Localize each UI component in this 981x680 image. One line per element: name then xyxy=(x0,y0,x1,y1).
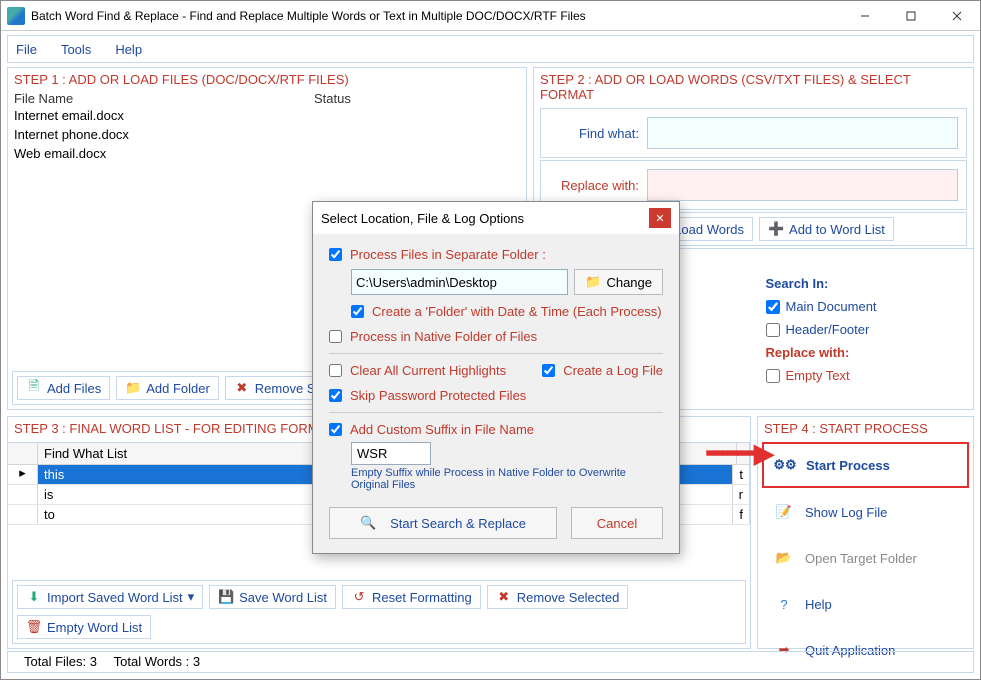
col-status: Status xyxy=(314,91,351,106)
start-process-button[interactable]: ⚙⚙ Start Process xyxy=(762,442,969,488)
cancel-button[interactable]: Cancel xyxy=(571,507,663,539)
total-files: Total Files: 3 xyxy=(24,654,97,669)
add-suffix-checkbox[interactable] xyxy=(329,423,342,436)
maximize-button[interactable] xyxy=(888,1,934,31)
empty-text-checkbox[interactable] xyxy=(766,369,780,383)
reset-formatting-button[interactable]: ↺Reset Formatting xyxy=(342,585,481,609)
replace-with-header: Replace with: xyxy=(766,341,964,364)
close-button[interactable] xyxy=(934,1,980,31)
menu-tools[interactable]: Tools xyxy=(61,42,91,57)
dialog-close-button[interactable]: ✕ xyxy=(649,208,671,228)
empty-icon: 🗑 xyxy=(26,619,42,635)
help-button[interactable]: ? Help xyxy=(762,582,969,626)
delete-icon: ✖ xyxy=(234,380,250,396)
folder-icon: 📁 xyxy=(585,274,601,290)
file-row[interactable]: Web email.docx xyxy=(14,144,520,163)
step2-title: STEP 2 : ADD OR LOAD WORDS (CSV/TXT FILE… xyxy=(534,68,973,106)
find-what-label: Find what: xyxy=(549,126,639,141)
search-icon: 🔍 xyxy=(360,515,376,531)
suffix-note: Empty Suffix while Process in Native Fol… xyxy=(351,465,663,497)
gears-icon: ⚙⚙ xyxy=(774,454,796,476)
help-icon: ? xyxy=(773,593,795,615)
document-add-icon: 🗎 xyxy=(26,380,42,396)
menubar: File Tools Help xyxy=(7,35,974,63)
add-to-word-list-button[interactable]: ➕Add to Word List xyxy=(759,217,894,241)
col-filename: File Name xyxy=(14,91,314,106)
start-search-replace-button[interactable]: 🔍 Start Search & Replace xyxy=(329,507,557,539)
log-file-icon: 📝 xyxy=(773,501,795,523)
step3-toolbar: ⬇Import Saved Word List ▾ 💾Save Word Lis… xyxy=(12,580,746,644)
window-title: Batch Word Find & Replace - Find and Rep… xyxy=(31,9,842,23)
add-folder-button[interactable]: 📁Add Folder xyxy=(116,376,219,400)
suffix-input[interactable] xyxy=(351,442,431,465)
create-log-checkbox[interactable] xyxy=(542,364,555,377)
main-document-checkbox[interactable] xyxy=(766,300,780,314)
process-native-checkbox[interactable] xyxy=(329,330,342,343)
titlebar: Batch Word Find & Replace - Find and Rep… xyxy=(1,1,980,31)
options-dialog: Select Location, File & Log Options ✕ Pr… xyxy=(312,201,680,554)
folder-open-icon: 📂 xyxy=(773,547,795,569)
step1-title: STEP 1 : ADD OR LOAD FILES (DOC/DOCX/RTF… xyxy=(8,68,526,91)
save-icon: 💾 xyxy=(218,589,234,605)
add-files-button[interactable]: 🗎Add Files xyxy=(17,376,110,400)
step4-panel: STEP 4 : START PROCESS ⚙⚙ Start Process … xyxy=(757,416,974,649)
import-icon: ⬇ xyxy=(26,589,42,605)
process-separate-checkbox[interactable] xyxy=(329,248,342,261)
reset-icon: ↺ xyxy=(351,589,367,605)
step4-title: STEP 4 : START PROCESS xyxy=(758,417,973,440)
import-word-list-button[interactable]: ⬇Import Saved Word List ▾ xyxy=(17,585,203,609)
menu-help[interactable]: Help xyxy=(115,42,142,57)
app-icon xyxy=(7,7,25,25)
save-word-list-button[interactable]: 💾Save Word List xyxy=(209,585,336,609)
total-words: Total Words : 3 xyxy=(114,654,200,669)
statusbar: Total Files: 3 Total Words : 3 xyxy=(7,651,974,673)
create-folder-date-checkbox[interactable] xyxy=(351,305,364,318)
change-button[interactable]: 📁Change xyxy=(574,269,663,295)
file-row[interactable]: Internet email.docx xyxy=(14,106,520,125)
replace-with-label: Replace with: xyxy=(549,178,639,193)
search-in-header: Search In: xyxy=(766,272,964,295)
remove-selected-word-button[interactable]: ✖Remove Selected xyxy=(487,585,629,609)
find-what-input[interactable] xyxy=(647,117,958,149)
header-footer-checkbox[interactable] xyxy=(766,323,780,337)
annotation-arrow: ━━━▶ xyxy=(707,438,774,469)
replace-with-input[interactable] xyxy=(647,169,958,201)
chevron-down-icon: ▾ xyxy=(188,589,195,605)
minimize-button[interactable] xyxy=(842,1,888,31)
menu-file[interactable]: File xyxy=(16,42,37,57)
open-target-folder-button[interactable]: 📂 Open Target Folder xyxy=(762,536,969,580)
folder-icon: 📁 xyxy=(125,380,141,396)
delete-icon: ✖ xyxy=(496,589,512,605)
path-input[interactable] xyxy=(351,269,568,295)
add-to-list-icon: ➕ xyxy=(768,221,784,237)
clear-highlights-checkbox[interactable] xyxy=(329,364,342,377)
file-row[interactable]: Internet phone.docx xyxy=(14,125,520,144)
skip-password-checkbox[interactable] xyxy=(329,389,342,402)
dialog-title: Select Location, File & Log Options xyxy=(321,211,649,226)
show-log-file-button[interactable]: 📝 Show Log File xyxy=(762,490,969,534)
empty-word-list-button[interactable]: 🗑Empty Word List xyxy=(17,615,151,639)
